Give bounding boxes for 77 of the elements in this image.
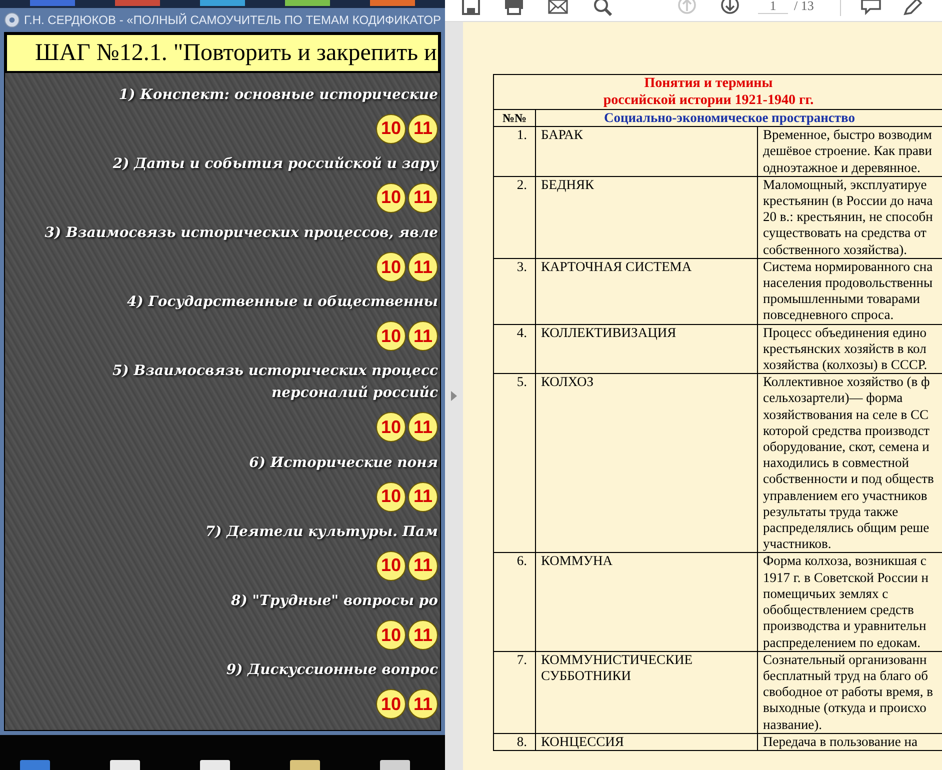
desktop-icon[interactable]	[285, 0, 330, 6]
definition-cell-text: Процесс объединения едино крестьянских хозяйств в кол хозяйства (колхозы) в СССР.	[762, 324, 928, 374]
pen-icon[interactable]	[902, 0, 923, 16]
grade-button[interactable]: 11	[408, 114, 438, 144]
desktop-icon[interactable]	[200, 0, 245, 6]
term-cell: КОНЦЕССИЯ	[536, 734, 758, 750]
down-arrow-icon[interactable]	[720, 0, 740, 16]
grade-button[interactable]: 11	[408, 620, 438, 650]
row-number: 6.	[494, 553, 536, 651]
print-icon[interactable]	[504, 0, 524, 16]
desktop-icon[interactable]	[290, 760, 320, 770]
page-number-field[interactable]: 1	[758, 0, 788, 14]
row-number: 8.	[494, 734, 536, 750]
term-cell: БАРАК	[536, 127, 758, 176]
grade-button[interactable]: 10	[376, 550, 406, 581]
definition-cell-text: Маломощный, эксплуатируе крестьянин (в России до нача 20 в.: крестьянин, не способн существовать на средства от собственного хозяйства).	[762, 176, 934, 258]
row-number: 3.	[494, 258, 536, 324]
grade-button[interactable]: 11	[408, 412, 438, 442]
desktop-icon[interactable]	[115, 0, 160, 6]
desktop-icon[interactable]	[200, 760, 230, 770]
topic-title: 3) Взаимосвязь исторических процессов, явле	[44, 224, 438, 244]
expand-arrow-icon[interactable]	[451, 391, 457, 401]
column-header: №№	[494, 110, 536, 126]
grade-button[interactable]: 10	[376, 182, 406, 213]
row-number: 4.	[494, 324, 536, 374]
window-title: Г.Н. СЕРДЮКОВ - «ПОЛНЫЙ САМОУЧИТЕЛЬ ПО ТЕМАМ КОДИФИКАТОР	[24, 12, 441, 29]
definition-cell-text: Форма колхоза, возникшая с 1917 г. в Советской России н помещичьих землях с обобществлением средств производства и уравнительн распределением по едокам.	[762, 553, 930, 651]
term-cell: КОММУНИСТИЧЕСКИЕ СУББОТНИКИ	[536, 652, 758, 733]
topic-title: 6) Исторические поня	[249, 454, 438, 473]
grade-button[interactable]: 11	[408, 689, 438, 720]
definition-cell-text: Коллективное хозяйство (в ф сельхозартели)— форма хозяйствования на селе в СС которой средства производст оборудование, скот, семена и находились в совместной собственности и под обществ управлением его участников результаты труда также распределялись общим реше участников.	[762, 374, 935, 552]
topic-title: 1) Конспект: основные исторические	[118, 86, 438, 105]
grade-button[interactable]: 11	[408, 252, 438, 282]
table-title: Понятия и термины российской истории 1921-1940 гг.	[494, 75, 942, 110]
grade-button[interactable]: 11	[408, 321, 438, 352]
topic-title: 9) Дискуссионные вопрос	[226, 661, 438, 680]
definition-cell-text: Передача в пользование на	[762, 734, 918, 750]
row-number: 7.	[494, 652, 536, 733]
term-cell: КОЛЛЕКТИВИЗАЦИЯ	[536, 324, 758, 374]
search-icon[interactable]	[593, 0, 613, 16]
topic-title: 8) "Трудные" вопросы ро	[231, 592, 438, 612]
desktop-icon[interactable]	[110, 760, 140, 770]
grade-button[interactable]: 10	[376, 620, 406, 650]
page-heading: ШАГ №12.1. "Повторить и закрепить и	[5, 33, 440, 73]
row-number: 2.	[494, 176, 536, 258]
definition-cell-text: Временное, быстро возводим дешёвое строение. Как прави одноэтажное и деревянное.	[762, 127, 934, 176]
definition-cell-text: Система нормированного сна населения продовольственны промышленными товарами повседневного спроса.	[762, 258, 934, 324]
topic-title: 7) Деятели культуры. Пам	[205, 522, 438, 542]
term-cell: КОММУНА	[536, 553, 758, 651]
page-count: / 13	[794, 0, 814, 12]
definition-cell-text: Сознательный организованн бесплатный труд на благо об свободное от работы время, в выходные (откуда и происхо название).	[762, 652, 934, 733]
desktop-icon[interactable]	[370, 0, 415, 6]
grade-button[interactable]: 11	[408, 550, 438, 581]
term-cell: БЕДНЯК	[536, 176, 758, 258]
comment-icon[interactable]	[860, 0, 881, 16]
topic-title: 5) Взаимосвязь исторических процесс персоналий российс	[112, 362, 438, 404]
disc-icon[interactable]	[4, 11, 20, 29]
grade-button[interactable]: 10	[376, 482, 406, 512]
save-icon[interactable]	[461, 0, 481, 16]
term-cell: КОЛХОЗ	[536, 374, 758, 552]
desktop-icon[interactable]	[20, 760, 50, 770]
row-number: 1.	[494, 127, 536, 176]
desktop-icon[interactable]	[30, 0, 75, 6]
grade-button[interactable]: 10	[376, 321, 406, 352]
topic-title: 2) Даты и события российской и зару	[112, 154, 438, 174]
grade-button[interactable]: 10	[376, 689, 406, 720]
grade-button[interactable]: 11	[408, 182, 438, 213]
section-header: Социально-экономическое пространство	[602, 110, 856, 126]
grade-button[interactable]: 10	[376, 114, 406, 144]
term-cell: КАРТОЧНАЯ СИСТЕМА	[536, 258, 758, 324]
row-number: 5.	[494, 374, 536, 552]
grade-button[interactable]: 10	[376, 412, 406, 442]
grade-button[interactable]: 11	[408, 482, 438, 512]
topic-title: 4) Государственные и общественны	[126, 293, 438, 312]
envelope-icon[interactable]	[548, 0, 568, 16]
grade-button[interactable]: 10	[376, 252, 406, 282]
desktop-icon[interactable]	[380, 760, 410, 770]
